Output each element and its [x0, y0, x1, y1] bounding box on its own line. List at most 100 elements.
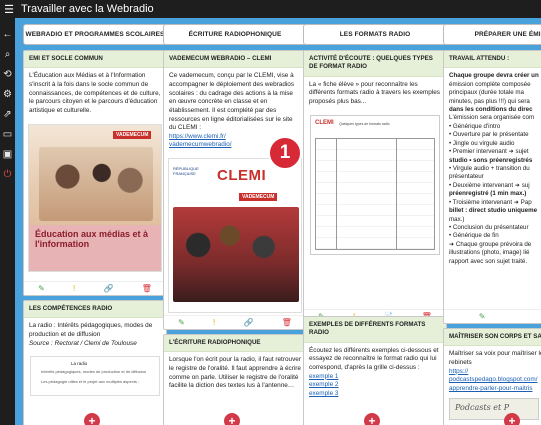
- left-sidebar: ← ⌕ ⟲ ⚙ ⇗ ▭ ▣ ⏻: [0, 18, 15, 425]
- card-title: MAÎTRISER SON CORPS ET SA VOIX: [444, 329, 541, 347]
- card-title: ACTIVITÉ D'ÉCOUTE : QUELQUES TYPES DE FO…: [304, 51, 446, 77]
- terminal-icon[interactable]: ▭: [0, 124, 15, 144]
- text-line: • Jingle ou virgule audio: [449, 139, 515, 147]
- column-header[interactable]: PRÉPARER UNE ÉMISSION: [443, 24, 541, 45]
- present-icon[interactable]: ▣: [0, 144, 15, 164]
- text-line: préenregistré (1 min max.): [449, 190, 527, 198]
- text-line: minutes, pas plus !!!) qui sera: [449, 97, 530, 105]
- photo: [173, 207, 299, 303]
- text-line: émission complète composée: [449, 80, 531, 88]
- card-title: TRAVAIL ATTENDU :: [444, 51, 541, 69]
- image-title: La radio: [71, 361, 88, 367]
- text-line: rapport avec son sujet traité.: [449, 257, 528, 265]
- power-icon[interactable]: ⏻: [0, 164, 15, 184]
- image-label: VADEMECUM: [113, 130, 152, 139]
- search-icon[interactable]: ⌕: [0, 44, 15, 64]
- link-icon[interactable]: 🔗: [244, 318, 254, 327]
- text-line: max.): [449, 215, 465, 223]
- card[interactable]: ACTIVITÉ D'ÉCOUTE : QUELQUES TYPES DE FO…: [303, 50, 447, 324]
- card-footer: ✎ ! 🔗 🗑: [164, 315, 306, 329]
- settings-icon[interactable]: ⚙: [0, 84, 15, 104]
- text-line: • Ouverture par le présentate: [449, 131, 529, 139]
- text-line: présentateur: [449, 173, 484, 181]
- text-line: • Conclusion du présentateur: [449, 223, 529, 231]
- note-icon[interactable]: !: [213, 318, 215, 327]
- board: WEBRADIO ET PROGRAMMES SCOLAIRES EMI ET …: [15, 18, 541, 425]
- card-link[interactable]: exemple 2: [309, 381, 339, 388]
- edit-icon[interactable]: ✎: [178, 318, 185, 327]
- text-line: studio • sons préenregistrés: [449, 156, 533, 164]
- card-body: Écoutez les différents exemples ci-desso…: [304, 343, 446, 403]
- column: ÉCRITURE RADIOPHONIQUE VADEMECUM WEBRADI…: [160, 18, 310, 425]
- card-image[interactable]: RÉPUBLIQUE FRANÇAISE CLEMI VADEMECUM: [168, 158, 302, 314]
- card-link[interactable]: exemple 1: [309, 373, 339, 380]
- card[interactable]: TRAVAIL ATTENDU : Chaque groupe devra cr…: [443, 50, 541, 324]
- card[interactable]: VADEMECUM WEBRADIO – CLEMI Ce vademecum,…: [163, 50, 307, 330]
- delete-icon[interactable]: 🗑: [282, 318, 292, 327]
- card-text: Écoutez les différents exemples ci-desso…: [309, 346, 439, 371]
- card-link[interactable]: exemple 3: [309, 390, 339, 397]
- top-bar: ☰ Travailler avec la Webradio: [0, 0, 541, 18]
- card-text: Maîtriser sa voix pour maîtriser le timb…: [449, 350, 541, 366]
- link-icon[interactable]: 🔗: [104, 284, 114, 293]
- card-body: Chaque groupe devra créer un émission co…: [444, 68, 541, 270]
- add-card-button[interactable]: +: [84, 413, 100, 425]
- app-title: Travailler avec la Webradio: [21, 3, 154, 15]
- note-icon[interactable]: !: [73, 284, 75, 293]
- edit-icon[interactable]: ✎: [479, 312, 486, 321]
- card-title: LES COMPÉTENCES RADIO: [24, 301, 166, 319]
- card-body: L'Éducation aux Médias et à l'Informatio…: [29, 72, 161, 114]
- text-line: • Générique de fin: [449, 232, 499, 240]
- card-title: EMI ET SOCLE COMMUN: [24, 51, 166, 69]
- format-table: [315, 137, 435, 250]
- text-line: • Virgule audio + transition du: [449, 165, 530, 172]
- text-line: principaux (durée totale ma: [449, 89, 524, 97]
- back-arrow-icon[interactable]: ←: [0, 24, 15, 44]
- card[interactable]: MAÎTRISER SON CORPS ET SA VOIX Maîtriser…: [443, 328, 541, 425]
- card-footer: ✎ ! 🔗 🗑: [24, 281, 166, 295]
- card-text: La radio : Intérêts pédagogiques, modes …: [29, 322, 153, 338]
- card-link[interactable]: apprendre-parler-pour-maitris: [449, 385, 532, 392]
- add-card-button[interactable]: +: [504, 413, 520, 425]
- image-caption: Les pédagogie utiles et le projet aux mu…: [41, 379, 140, 385]
- card-body: Lorsque l'on écrit pour la radio, il fau…: [169, 356, 301, 390]
- card[interactable]: EMI ET SOCLE COMMUN L'Éducation aux Médi…: [23, 50, 167, 296]
- image-title: Éducation aux médias et à l'information: [29, 224, 161, 271]
- column-header[interactable]: WEBRADIO ET PROGRAMMES SCOLAIRES: [23, 24, 167, 45]
- card-link[interactable]: podcastspedago.blogspot.com/: [449, 376, 537, 383]
- image-label: VADEMECUM: [239, 193, 278, 202]
- history-icon[interactable]: ⟲: [0, 64, 15, 84]
- card-link[interactable]: https://: [449, 368, 468, 375]
- clemi-logo: CLEMI: [315, 119, 334, 126]
- image-subtitle: Intérêts pédagogiques, modes de producti…: [41, 369, 147, 375]
- card-source: Source : Rectorat / Clemi de Toulouse: [29, 339, 137, 347]
- menu-icon[interactable]: ☰: [0, 0, 18, 18]
- card-image[interactable]: La radio Intérêts pédagogiques, modes de…: [30, 356, 160, 397]
- add-card-button[interactable]: +: [364, 413, 380, 425]
- column: WEBRADIO ET PROGRAMMES SCOLAIRES EMI ET …: [20, 18, 170, 425]
- card-body: La « fiche élève » pour reconnaître les …: [309, 80, 440, 105]
- card-title: EXEMPLES DE DIFFÉRENTS FORMATS RADIO: [304, 317, 446, 343]
- card-title: L'ÉCRITURE RADIOPHONIQUE: [164, 335, 306, 353]
- card[interactable]: LES COMPÉTENCES RADIO La radio : Intérêt…: [23, 300, 167, 425]
- edit-icon[interactable]: ✎: [38, 284, 45, 293]
- card-image[interactable]: Podcasts et P: [449, 397, 539, 420]
- column-header[interactable]: LES FORMATS RADIO: [303, 24, 447, 45]
- card-footer: ✎ !: [444, 309, 541, 323]
- card-link[interactable]: vademecumwebradio/: [169, 141, 232, 148]
- card-link[interactable]: https://www.clemi.fr/: [169, 133, 226, 140]
- text-line: • Deuxième intervenant ➜ suj: [449, 181, 530, 189]
- delete-icon[interactable]: 🗑: [142, 284, 152, 293]
- share-icon[interactable]: ⇗: [0, 104, 15, 124]
- card[interactable]: L'ÉCRITURE RADIOPHONIQUE Lorsque l'on éc…: [163, 334, 307, 425]
- column-header[interactable]: ÉCRITURE RADIOPHONIQUE: [163, 24, 307, 45]
- text-line: • Générique d'intro: [449, 122, 501, 130]
- text-line: ➜ Chaque groupe prévoira de: [449, 240, 532, 248]
- card-image[interactable]: CLEMI Quelques types de formats radio: [310, 114, 440, 255]
- text-line: Chaque groupe devra créer un: [449, 72, 539, 80]
- card-image[interactable]: VADEMECUM Éducation aux médias et à l'in…: [28, 123, 162, 272]
- card[interactable]: EXEMPLES DE DIFFÉRENTS FORMATS RADIO Éco…: [303, 316, 447, 425]
- image-title: Quelques types de formats radio: [339, 121, 390, 126]
- text-line: illustrations (photo, image) lié: [449, 249, 530, 257]
- add-card-button[interactable]: +: [224, 413, 240, 425]
